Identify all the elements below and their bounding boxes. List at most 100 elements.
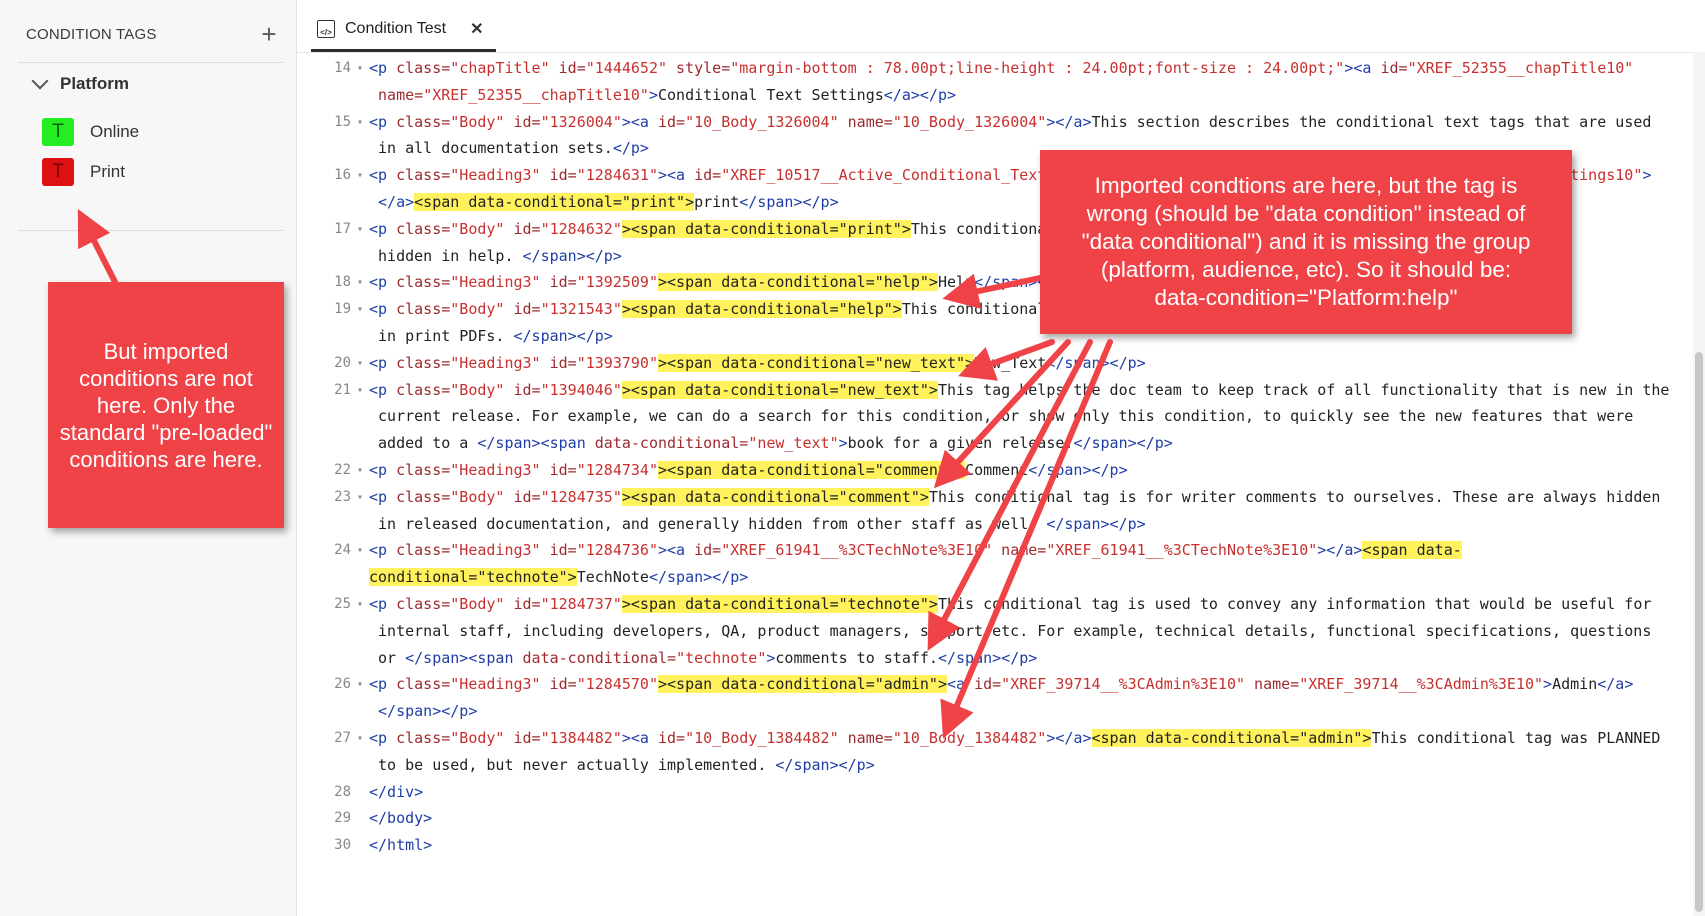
highlighted-conditional-span: <span data-	[1362, 541, 1462, 560]
plus-icon[interactable]: +	[254, 21, 284, 47]
code-line[interactable]: 20 ▾ <p class="Heading3" id="1393790"><spa…	[297, 349, 1693, 378]
code-token: <p	[369, 59, 397, 77]
fold-toggle-icon[interactable]: ▾	[357, 161, 363, 190]
fold-toggle-icon[interactable]: ▾	[357, 536, 363, 565]
code-line[interactable]: current release. For example, we can do …	[297, 402, 1693, 431]
code-token: data-conditional=	[594, 434, 749, 453]
code-text: added to a </span><span data-conditional…	[369, 429, 1173, 458]
code-token: class=	[396, 541, 451, 560]
scrollbar-thumb[interactable]	[1695, 352, 1703, 912]
code-line[interactable]: 23 ▾ <p class="Body" id="1284735"><span da…	[297, 483, 1693, 512]
code-token: id=	[504, 112, 541, 131]
code-token: "Heading3"	[450, 166, 541, 185]
code-token: class=	[396, 675, 451, 694]
code-token: >	[1543, 675, 1553, 694]
line-number: 26	[334, 676, 351, 693]
code-token: id=	[540, 273, 577, 292]
code-token: </body>	[369, 809, 433, 828]
code-line[interactable]: or </span><span data-conditional="techno…	[297, 644, 1693, 673]
close-icon[interactable]: ✕	[470, 19, 483, 39]
fold-toggle-icon[interactable]: ▾	[357, 456, 363, 485]
fold-toggle-icon[interactable]: ▾	[357, 376, 363, 405]
code-token: class=	[396, 487, 451, 506]
group-platform[interactable]: Platform	[31, 72, 129, 94]
fold-toggle-icon[interactable]: ▾	[357, 670, 363, 699]
code-line[interactable]: to be used, but never actually implement…	[297, 751, 1693, 780]
code-line[interactable]: name="XREF_52355__chapTitle10">Condition…	[297, 81, 1693, 110]
code-text: <p class="Heading3" id="1284734"><span d…	[369, 456, 1128, 485]
code-token: id=	[540, 353, 577, 372]
code-line[interactable]: 26 ▾ <p class="Heading3" id="1284570"><spa…	[297, 670, 1693, 699]
fold-toggle-icon[interactable]: ▾	[357, 268, 363, 297]
chevron-down-icon[interactable]	[31, 72, 49, 90]
code-token: class=	[396, 380, 451, 399]
code-token: in all documentation sets.	[369, 139, 613, 158]
code-token: "Heading3"	[450, 353, 541, 372]
fold-toggle-icon[interactable]: ▾	[357, 724, 363, 753]
code-line[interactable]: internal staff, including developers, QA…	[297, 617, 1693, 646]
code-token: "XREF_52355__chapTitle10"	[1407, 59, 1634, 77]
annotation-line: "data conditional") and it is missing th…	[1081, 229, 1531, 254]
fold-toggle-icon[interactable]: ▾	[357, 54, 363, 83]
fold-toggle-icon[interactable]: ▾	[357, 215, 363, 244]
code-line[interactable]: 28 </div>	[297, 778, 1693, 807]
code-line[interactable]: added to a </span><span data-conditional…	[297, 429, 1693, 458]
annotation-callout-left: But imported conditions are not here. On…	[48, 282, 284, 528]
code-token: <p	[369, 675, 397, 694]
code-token: </a>	[1597, 675, 1634, 694]
fold-toggle-icon[interactable]: ▾	[357, 108, 363, 137]
code-text: <p class="Body" id="1384482"><a id="10_B…	[369, 724, 1660, 753]
code-line[interactable]: 29 </body>	[297, 804, 1693, 833]
tag-item-online[interactable]: T Online	[42, 118, 139, 146]
code-token: hidden in help.	[369, 246, 523, 265]
code-text: conditional="technote">TechNote</span></…	[369, 563, 748, 592]
highlighted-conditional-span: ><span data-conditional="help">	[658, 273, 938, 292]
fold-toggle-icon[interactable]: ▾	[357, 349, 363, 378]
line-number: 16	[334, 167, 351, 184]
line-number: 24	[334, 542, 351, 559]
code-line[interactable]: </span></p>	[297, 697, 1693, 726]
code-token: "Heading3"	[450, 541, 541, 560]
code-token: "1444652"	[585, 59, 668, 77]
code-token: </span></p>	[775, 755, 875, 774]
code-token: id=	[694, 541, 722, 560]
code-text: <p class="Heading3" id="1392509"><span d…	[369, 268, 1073, 297]
code-token: class=	[396, 166, 451, 185]
code-line[interactable]: 25 ▾ <p class="Body" id="1284737"><span da…	[297, 590, 1693, 619]
code-token: <p	[369, 166, 397, 185]
code-line[interactable]: 14 ▾ <p class="chapTitle" id="1444652" sty…	[297, 54, 1693, 83]
code-token: class=	[396, 729, 451, 747]
code-token: "XREF_61941__%3CTechNote%3E10"	[1046, 541, 1318, 560]
line-number: 22	[334, 462, 351, 478]
code-text: </span></p>	[369, 697, 477, 726]
fold-toggle-icon[interactable]: ▾	[357, 483, 363, 512]
code-token: "1284736"	[576, 541, 658, 560]
code-token: </span></p>	[1046, 514, 1146, 533]
annotation-line: wrong (should be "data condition" instea…	[1086, 201, 1526, 226]
line-number: 27	[334, 730, 351, 746]
line-number: 15	[334, 113, 351, 130]
tag-item-print[interactable]: T Print	[42, 158, 125, 186]
vertical-scrollbar[interactable]	[1693, 52, 1705, 916]
fold-toggle-icon[interactable]: ▾	[357, 590, 363, 619]
tab-bar: </> Condition Test ✕	[297, 0, 1705, 53]
code-token: id=	[540, 461, 577, 479]
code-token: class=	[396, 273, 451, 292]
line-number: 17	[334, 220, 351, 237]
code-line[interactable]: conditional="technote">TechNote</span></…	[297, 563, 1693, 592]
code-line[interactable]: 24 ▾ <p class="Heading3" id="1284736"><a i…	[297, 536, 1693, 565]
code-token: name=	[1245, 675, 1300, 694]
code-token: current release. For example, we can do …	[369, 407, 1634, 426]
code-line[interactable]: 22 ▾ <p class="Heading3" id="1284734"><spa…	[297, 456, 1693, 485]
code-token: This conditional tag is for writer comme…	[928, 487, 1661, 506]
code-line[interactable]: 21 ▾ <p class="Body" id="1394046"><span da…	[297, 376, 1693, 405]
code-line[interactable]: 30 </html>	[297, 831, 1693, 860]
code-text: </a><span data-conditional="print">print…	[369, 188, 839, 217]
code-token: id=	[974, 675, 1002, 694]
fold-toggle-icon[interactable]: ▾	[357, 295, 363, 324]
code-line[interactable]: in released documentation, and generally…	[297, 510, 1693, 539]
code-token: Help	[937, 273, 975, 292]
tab-condition-test[interactable]: </> Condition Test ✕	[311, 8, 496, 52]
code-line[interactable]: 27 ▾ <p class="Body" id="1384482"><a id="1…	[297, 724, 1693, 753]
code-line[interactable]: 15 ▾ <p class="Body" id="1326004"><a id="1…	[297, 108, 1693, 137]
